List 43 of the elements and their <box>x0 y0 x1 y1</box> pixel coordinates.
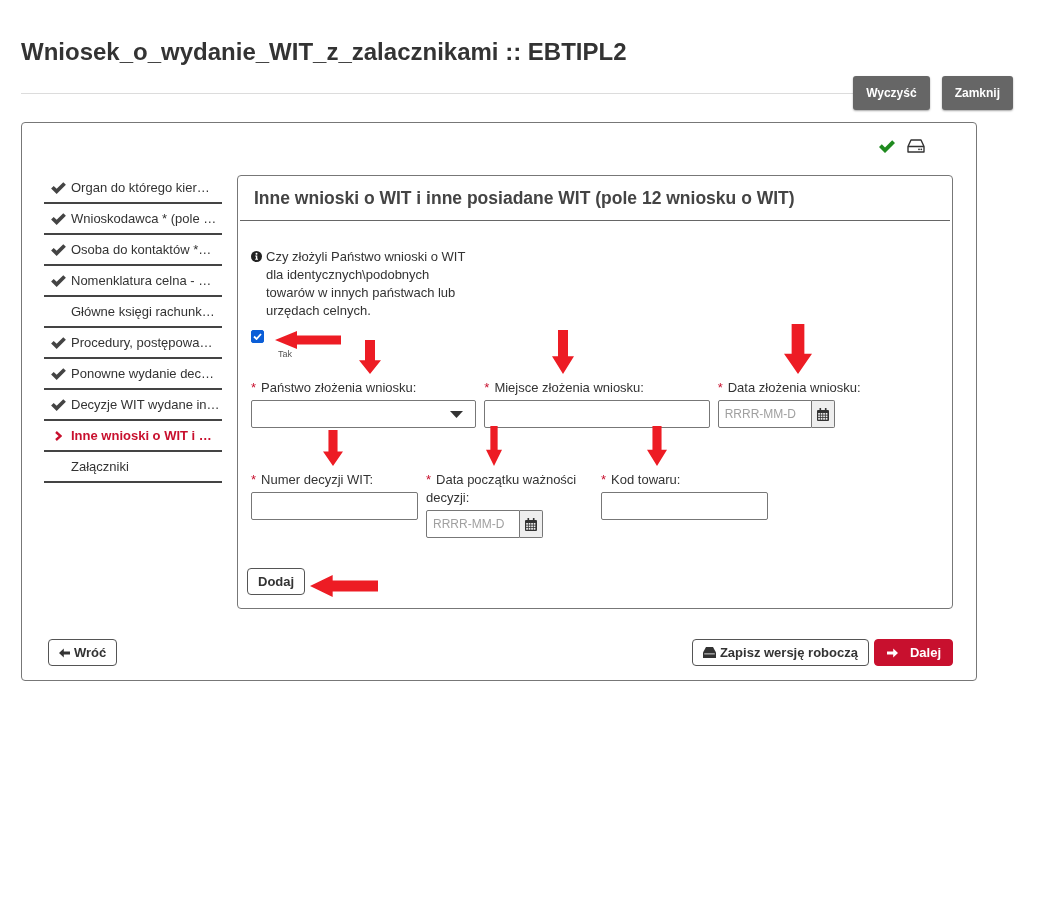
clear-button[interactable]: Wyczyść <box>853 76 930 110</box>
page-title: Wniosek_o_wydanie_WIT_z_zalacznikami :: EBTIPL2 <box>21 37 628 67</box>
check-icon <box>50 398 66 411</box>
field-label: * Numer decyzji WIT: <box>251 471 375 489</box>
check-icon <box>50 336 66 349</box>
field-label: * Data złożenia wniosku: <box>717 379 862 397</box>
back-button[interactable]: Wróć <box>48 639 118 666</box>
date-field[interactable]: RRRR-MM-D <box>426 510 520 538</box>
add-button[interactable]: Dodaj <box>247 568 306 595</box>
checkbox[interactable] <box>251 330 264 343</box>
calendar-icon <box>525 517 537 531</box>
hard-drive-icon[interactable] <box>907 139 925 153</box>
arrow-right-icon <box>886 647 898 658</box>
calendar-button[interactable] <box>520 510 543 538</box>
field-label: * Data początku ważności decyzji: <box>426 471 578 507</box>
save-draft-button[interactable]: Zapisz wersję roboczą <box>691 639 869 666</box>
calendar-icon <box>816 407 829 421</box>
text-field[interactable] <box>484 400 710 428</box>
hard-drive-icon <box>702 647 716 658</box>
caret-down-icon <box>450 410 464 418</box>
option-label: Tak <box>278 349 292 359</box>
field-label: * Państwo złożenia wniosku: <box>251 379 418 397</box>
field-label: * Miejsce złożenia wniosku: <box>484 379 645 397</box>
chevron-right-icon <box>54 430 62 441</box>
check-icon <box>50 212 66 225</box>
panel-title: Inne wnioski o WIT i inne posiadane WIT (pole 12 wniosku o WIT) <box>240 176 950 221</box>
check-icon <box>50 243 66 256</box>
date-field[interactable]: RRRR-MM-D <box>717 400 812 428</box>
check-icon <box>50 367 66 380</box>
next-button[interactable]: Dalej <box>873 639 953 666</box>
arrow-left-icon <box>59 647 70 658</box>
check-icon <box>50 181 66 194</box>
check-icon <box>879 139 895 153</box>
calendar-button[interactable] <box>811 400 835 428</box>
text-field[interactable] <box>251 492 418 520</box>
tick-icon <box>253 333 262 340</box>
question-text: Czy złożyli Państwo wnioski o WIT dla identycznych\podobnych towarów w innych państwach lub urzędach celnych. <box>266 248 467 320</box>
close-button[interactable]: Zamknij <box>941 76 1013 110</box>
select-field[interactable] <box>251 400 477 428</box>
check-icon <box>50 274 66 287</box>
text-field[interactable] <box>601 492 768 520</box>
info-icon <box>251 251 262 262</box>
field-label: * Kod towaru: <box>601 471 682 489</box>
